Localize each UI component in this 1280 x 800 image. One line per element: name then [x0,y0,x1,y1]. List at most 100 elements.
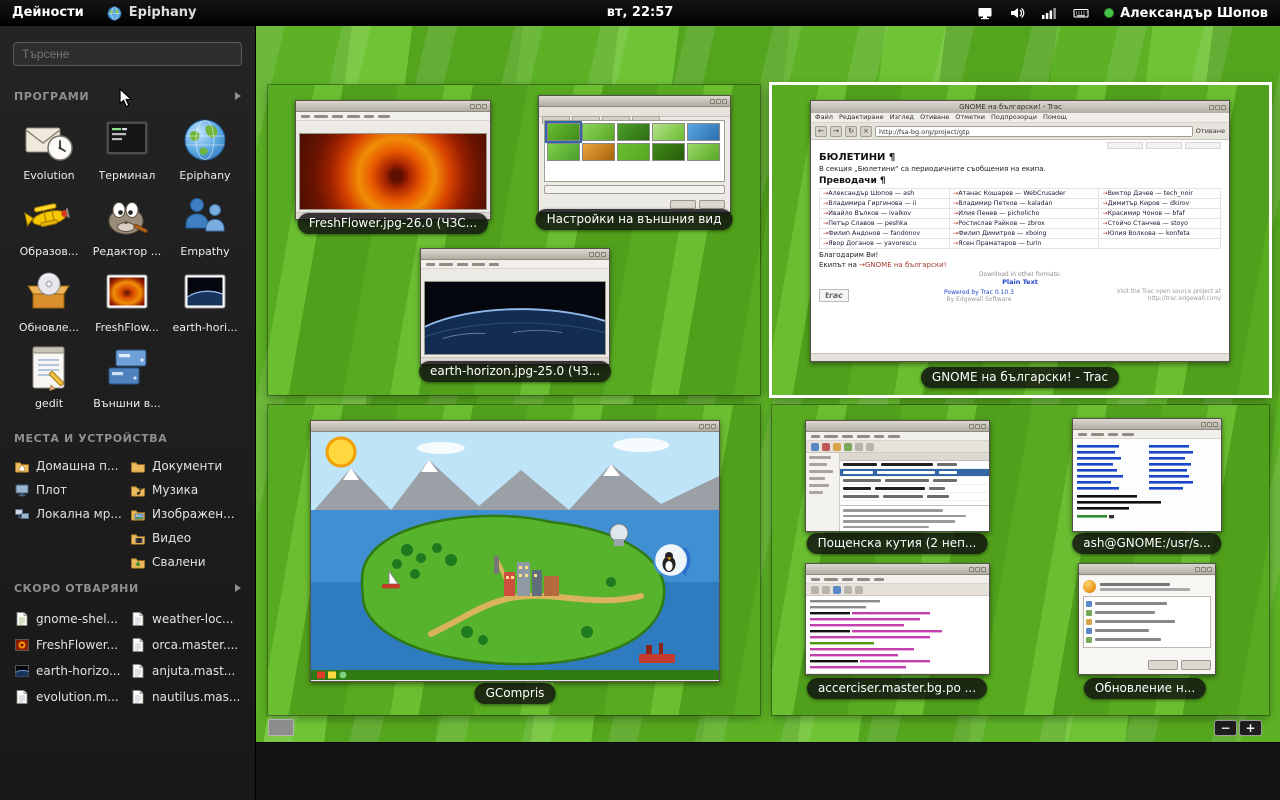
recent-item[interactable]: orca.master.... [130,632,246,658]
table-row: →Ивайло Вълков — ivalkov →Илия Пенев — p… [820,209,1221,219]
place-downloads[interactable]: Свалени [130,550,246,574]
window-earth-horizon-gimp[interactable] [420,248,610,365]
place-music[interactable]: Музика [130,478,246,502]
app-item-external-drives[interactable]: Външни в... [88,340,166,416]
recent-label: evolution.m... [36,690,119,704]
address-bar[interactable]: http://fsa-bg.org/project/gtp [875,126,1193,137]
app-item-freshflower-image[interactable]: FreshFlow... [88,264,166,340]
epiphany-icon [177,112,233,168]
window-titlebar [539,96,730,107]
gcompris-scene [311,432,719,680]
menu-tabs[interactable]: Подпрозорци [991,113,1037,122]
window-terminal[interactable] [1072,418,1222,532]
window-controls-icons [1195,567,1212,572]
window-gedit-po-file[interactable] [805,563,990,675]
place-label: Документи [152,459,222,473]
workspace-1[interactable]: FreshFlower.jpg-26.0 (ЧЗС... Настройки н… [268,85,760,395]
recent-item[interactable]: gnome-shel... [14,606,130,632]
workspace-drag-handle[interactable] [268,719,294,736]
app-label: gedit [35,397,63,410]
external-drives-icon [99,340,155,396]
workspace-3-content [268,405,760,715]
earth-photo [424,281,606,355]
recent-item[interactable]: weather-loc... [130,606,246,632]
window-evolution-mail[interactable] [805,420,990,532]
terminal-output [1073,439,1221,531]
window-titlebar [1073,419,1221,430]
workspace-3[interactable]: GCompris [268,405,760,715]
app-item-software-update[interactable]: Обновле... [10,264,88,340]
text-file-icon [14,689,30,705]
window-caption: FreshFlower.jpg-26.0 (ЧЗС... [298,213,488,234]
window-gcompris[interactable] [310,420,720,682]
app-label: Empathy [180,245,229,258]
window-epiphany-trac[interactable]: GNOME на български! - Trac Файл Редактир… [810,100,1230,362]
network-icon [14,506,30,522]
menu-bookmarks[interactable]: Отметки [955,113,985,122]
place-label: Локална мр... [36,507,122,521]
menu-edit[interactable]: Редактиране [839,113,884,122]
app-item-terminal[interactable]: Терминал [88,112,166,188]
app-item-evolution[interactable]: Evolution [10,112,88,188]
back-icon[interactable]: ← [815,126,827,137]
translators-table: →Александър Шопов — ash →Атанас Кошарев … [819,188,1221,249]
menubar-placeholder [806,575,989,584]
place-videos[interactable]: Видео [130,526,246,550]
window-appearance-settings[interactable] [538,95,731,213]
favorite-apps-grid: Evolution Терминал Epiphany Образов... [10,112,246,416]
recent-item[interactable]: evolution.m... [14,684,130,710]
keyboard-icon[interactable] [1072,4,1090,22]
place-documents[interactable]: Документи [130,454,246,478]
recent-item[interactable]: earth-horizo... [14,658,130,684]
app-item-earth-image[interactable]: earth-hori... [166,264,244,340]
update-list [1083,596,1211,648]
gcompris-plane-icon [21,188,77,244]
stop-icon[interactable]: × [860,126,872,137]
volume-icon[interactable] [1008,4,1026,22]
window-software-update[interactable] [1078,563,1216,675]
app-item-gcompris[interactable]: Образов... [10,188,88,264]
menu-help[interactable]: Помощ [1043,113,1067,122]
username: Александър Шопов [1120,6,1268,21]
reload-icon[interactable]: ↻ [845,126,857,137]
place-label: Видео [152,531,191,545]
recent-item[interactable]: FreshFlower... [14,632,130,658]
menu-file[interactable]: Файл [815,113,833,122]
app-item-gedit[interactable]: gedit [10,340,88,416]
menu-view[interactable]: Изглед [890,113,914,122]
app-item-gimp[interactable]: Редактор ... [88,188,166,264]
workspace-1-content [268,85,760,395]
clock[interactable]: вт, 22:57 [607,0,674,26]
place-pictures[interactable]: Изображен... [130,502,246,526]
remove-workspace-button[interactable]: − [1214,720,1237,736]
activities-button[interactable]: Дейности [0,0,96,26]
menu-go[interactable]: Отиване [920,113,949,122]
team-link[interactable]: →GNOME на български! [859,261,946,269]
downloads-folder-icon [130,554,146,570]
display-icon[interactable] [976,4,994,22]
plain-text-link[interactable]: Plain Text [819,278,1221,286]
go-button[interactable]: Отиване [1196,127,1225,135]
app-item-epiphany[interactable]: Epiphany [166,112,244,188]
app-menu-button[interactable]: Epiphany [96,0,207,26]
user-menu[interactable]: Александър Шопов [1104,6,1268,21]
search-input[interactable] [13,42,242,66]
workspace-2[interactable]: GNOME на български! - Trac Файл Редактир… [772,85,1269,395]
page-top-nav-placeholder [819,142,1221,151]
add-workspace-button[interactable]: + [1239,720,1262,736]
window-freshflower-gimp[interactable] [295,100,491,220]
recent-label: gnome-shel... [36,612,118,626]
preview-pane [840,505,989,531]
place-desktop[interactable]: Плот [14,478,130,502]
app-item-empathy[interactable]: Empathy [166,188,244,264]
recent-expand-arrow-icon[interactable] [235,584,241,592]
network-signal-icon[interactable] [1040,4,1058,22]
recent-item[interactable]: anjuta.mast... [130,658,246,684]
place-home[interactable]: Домашна п... [14,454,130,478]
place-local-network[interactable]: Локална мр... [14,502,130,526]
programs-expand-arrow-icon[interactable] [235,92,241,100]
earth-thumbnail-icon [14,663,30,679]
workspace-4[interactable]: Пощенска кутия (2 неп... ash@GNOME:/usr/… [772,405,1269,715]
recent-item[interactable]: nautilus.mas... [130,684,246,710]
forward-icon[interactable]: → [830,126,842,137]
